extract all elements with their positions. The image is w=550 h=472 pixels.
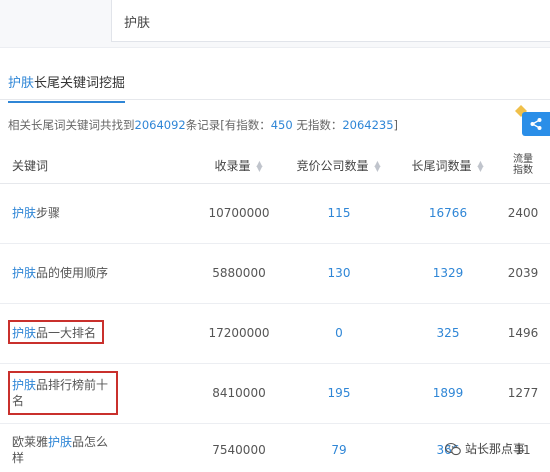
bidding-cell[interactable]: 195 <box>278 363 400 424</box>
header-traffic-label: 流量 指数 <box>513 154 533 176</box>
bidding-cell[interactable]: 79 <box>278 423 400 472</box>
header-traffic[interactable]: 流量 指数 <box>496 148 550 184</box>
bidding-cell[interactable]: 130 <box>278 243 400 304</box>
header-indexed[interactable]: 收录量 ▲ ▼ <box>200 148 278 184</box>
search-area: 护肤 <box>0 0 550 48</box>
summary-unindexed-count: 2064235 <box>342 118 394 132</box>
keyword-highlight: 护肤 <box>12 206 37 220</box>
header-bidding-label: 竞价公司数量 <box>296 158 369 173</box>
header-traffic-line2: 指数 <box>513 165 533 177</box>
indexed-cell: 10700000 <box>200 183 278 244</box>
tab-bar: 护肤长尾关键词挖掘 <box>0 64 550 103</box>
summary-suffix: ] <box>393 118 399 132</box>
sort-icon: ▲ ▼ <box>374 159 381 174</box>
keyword-table: 关键词 收录量 ▲ ▼ 竞价公司数量 ▲ ▼ 长尾词数量 ▲ ▼ 流量 指数 护肤步骤 107… <box>0 148 550 472</box>
traffic-cell: 1277 <box>496 363 550 424</box>
header-longtail-label: 长尾词数量 <box>411 158 472 173</box>
header-indexed-label: 收录量 <box>214 158 251 173</box>
sort-icon: ▲ ▼ <box>477 159 484 174</box>
traffic-cell: 1496 <box>496 303 550 364</box>
table-header-row: 关键词 收录量 ▲ ▼ 竞价公司数量 ▲ ▼ 长尾词数量 ▲ ▼ 流量 指数 <box>0 148 550 184</box>
indexed-cell: 5880000 <box>200 243 278 304</box>
keyword-cell[interactable]: 欧莱雅护肤品怎么样 <box>0 423 200 472</box>
traffic-cell: 2039 <box>496 243 550 304</box>
traffic-cell: 2400 <box>496 183 550 244</box>
bidding-cell[interactable]: 115 <box>278 183 400 244</box>
longtail-cell[interactable]: 16766 <box>400 183 496 244</box>
table-row: 护肤品的使用顺序 5880000 130 1329 2039 <box>0 243 550 304</box>
keyword-rest: 步骤 <box>36 206 61 220</box>
header-keyword: 关键词 <box>0 148 200 184</box>
result-summary: 相关长尾词关键词共找到2064092条记录[有指数：450 无指数：206423… <box>8 117 398 133</box>
indexed-cell: 17200000 <box>200 303 278 364</box>
tab-keyword: 护肤 <box>8 76 35 91</box>
keyword-prefix: 欧莱雅 <box>12 434 49 449</box>
summary-unindexed-label: 无指数： <box>292 118 343 132</box>
longtail-cell[interactable]: 325 <box>400 303 496 364</box>
indexed-cell: 7540000 <box>212 442 266 457</box>
bidding-cell[interactable]: 0 <box>278 303 400 364</box>
watermark-text: 站长那点事 <box>465 442 526 456</box>
keyword-cell[interactable]: 护肤品的使用顺序 <box>0 243 200 304</box>
header-bidding[interactable]: 竞价公司数量 ▲ ▼ <box>278 148 400 184</box>
search-input[interactable]: 护肤 <box>111 0 550 42</box>
search-value: 护肤 <box>124 16 151 31</box>
longtail-cell[interactable]: 1329 <box>400 243 496 304</box>
tab-label: 长尾关键词挖掘 <box>34 76 126 91</box>
summary-indexed-count: 450 <box>270 118 293 132</box>
share-button[interactable] <box>522 112 550 136</box>
keyword-rest: 品的使用顺序 <box>36 266 109 280</box>
keyword-cell[interactable]: 护肤步骤 <box>0 183 200 244</box>
tab-longtail-mining[interactable]: 护肤长尾关键词挖掘 <box>8 72 126 103</box>
header-traffic-line1: 流量 <box>513 154 533 166</box>
indexed-cell: 8410000 <box>200 363 278 424</box>
highlight-box <box>8 320 104 344</box>
keyword-highlight: 护肤 <box>12 266 37 280</box>
share-icon <box>530 118 542 130</box>
summary-total: 2064092 <box>134 118 186 132</box>
longtail-cell[interactable]: 1899 <box>400 363 496 424</box>
summary-indexed-label: 条记录[有指数： <box>185 118 271 132</box>
sort-icon: ▲ ▼ <box>256 159 263 174</box>
watermark: 站长那点事 <box>445 440 525 457</box>
wechat-icon <box>445 442 461 455</box>
table-row: 护肤步骤 10700000 115 16766 2400 <box>0 183 550 244</box>
header-longtail[interactable]: 长尾词数量 ▲ ▼ <box>400 148 496 184</box>
summary-prefix: 相关长尾词关键词共找到 <box>8 118 135 132</box>
highlight-box <box>8 371 118 415</box>
keyword-highlight: 护肤 <box>48 434 73 449</box>
